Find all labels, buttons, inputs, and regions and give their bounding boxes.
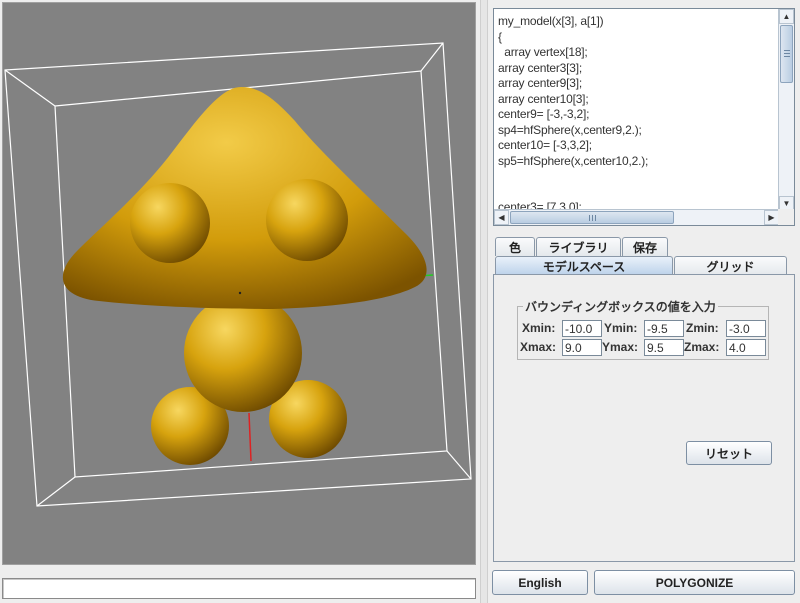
code-line[interactable]: array vertex[18]; <box>498 45 775 61</box>
scroll-corner <box>778 209 794 225</box>
right-eye-sphere <box>266 179 348 261</box>
code-editor[interactable]: my_model(x[3], a[1]){ array vertex[18]; a… <box>493 8 795 226</box>
reset-button[interactable]: リセット <box>686 441 772 465</box>
code-text[interactable]: my_model(x[3], a[1]){ array vertex[18]; a… <box>494 9 779 209</box>
zmin-input[interactable]: -3.0 <box>726 320 766 337</box>
code-line[interactable] <box>498 169 775 185</box>
xmin-label: Xmin: <box>522 321 556 335</box>
body-sphere <box>184 294 302 412</box>
xmax-label: Xmax: <box>520 340 557 354</box>
head-cone <box>62 87 427 309</box>
code-line[interactable]: { <box>498 30 775 46</box>
right-arrow-icon[interactable]: ▶ <box>764 210 779 225</box>
status-field[interactable] <box>2 578 476 599</box>
code-line[interactable] <box>498 185 775 201</box>
ymax-input[interactable]: 9.5 <box>644 339 684 356</box>
code-line[interactable]: array center10[3]; <box>498 92 775 108</box>
code-line[interactable]: center10= [-3,3,2]; <box>498 138 775 154</box>
vertical-scrollbar[interactable]: ▲ ▼ <box>778 9 794 211</box>
code-line[interactable]: sp5=hfSphere(x,center10,2.); <box>498 154 775 170</box>
language-button[interactable]: English <box>492 570 588 595</box>
model-space-panel: バウンディングボックスの値を入力 Xmin: -10.0 Ymin: -9.5 … <box>493 274 795 562</box>
code-line[interactable]: array center9[3]; <box>498 76 775 92</box>
code-line[interactable]: center3= [7,3,0]; <box>498 200 775 209</box>
zmax-input[interactable]: 4.0 <box>726 339 766 356</box>
ymin-input[interactable]: -9.5 <box>644 320 684 337</box>
origin-marker <box>238 291 242 295</box>
left-eye-sphere <box>130 183 210 263</box>
zmin-label: Zmin: <box>686 321 719 335</box>
polygonize-button[interactable]: POLYGONIZE <box>594 570 795 595</box>
horizontal-scrollbar[interactable]: ◀ ▶ <box>494 209 779 225</box>
vertical-scroll-thumb[interactable] <box>780 25 793 83</box>
xmin-input[interactable]: -10.0 <box>562 320 602 337</box>
tab-color[interactable]: 色 <box>495 237 535 256</box>
3d-viewport[interactable] <box>2 2 476 565</box>
ymin-label: Ymin: <box>604 321 638 335</box>
bounding-box-group: バウンディングボックスの値を入力 Xmin: -10.0 Ymin: -9.5 … <box>517 298 769 360</box>
xmax-input[interactable]: 9.0 <box>562 339 602 356</box>
tab-library[interactable]: ライブラリ <box>536 237 621 256</box>
code-line[interactable]: my_model(x[3], a[1]) <box>498 14 775 30</box>
tab-model-space[interactable]: モデルスペース <box>495 256 673 275</box>
panel-splitter[interactable] <box>480 0 488 603</box>
z-axis <box>248 412 252 462</box>
zmax-label: Zmax: <box>684 340 720 354</box>
bounding-box-title: バウンディングボックスの値を入力 <box>523 298 718 315</box>
code-line[interactable]: sp4=hfSphere(x,center9,2.); <box>498 123 775 139</box>
left-arrow-icon[interactable]: ◀ <box>494 210 509 225</box>
tab-grid[interactable]: グリッド <box>674 256 787 275</box>
ymax-label: Ymax: <box>602 340 639 354</box>
code-line[interactable]: array center3[3]; <box>498 61 775 77</box>
horizontal-scroll-thumb[interactable] <box>510 211 674 224</box>
up-arrow-icon[interactable]: ▲ <box>779 9 794 24</box>
app-window: my_model(x[3], a[1]){ array vertex[18]; a… <box>0 0 800 603</box>
code-line[interactable]: center9= [-3,-3,2]; <box>498 107 775 123</box>
tab-save[interactable]: 保存 <box>622 237 668 256</box>
model-render <box>4 42 472 507</box>
